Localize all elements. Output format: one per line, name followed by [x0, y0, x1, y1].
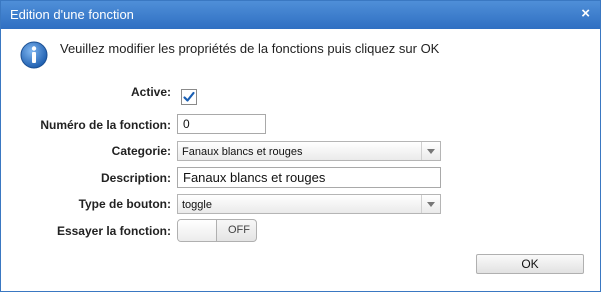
numero-value: 0 — [183, 117, 190, 131]
ok-button[interactable]: OK — [476, 254, 584, 274]
type-bouton-label: Type de bouton: — [78, 197, 171, 211]
description-field[interactable]: Fanaux blancs et rouges — [177, 167, 441, 188]
essayer-label: Essayer la fonction: — [56, 224, 171, 238]
type-bouton-select[interactable]: toggle — [177, 194, 441, 214]
numero-field[interactable]: 0 — [177, 114, 266, 134]
active-checkbox[interactable] — [181, 89, 197, 105]
dialog-window: Edition d'une fonction × Veuillez modifi… — [0, 0, 601, 292]
type-bouton-dropdown-toggle[interactable] — [421, 195, 440, 213]
info-message: Veuillez modifier les propriétés de la f… — [60, 41, 440, 56]
toggle-state: OFF — [228, 224, 250, 236]
description-value: Fanaux blancs et rouges — [183, 170, 326, 185]
active-label: Active: — [130, 85, 171, 99]
dialog-titlebar[interactable]: Edition d'une fonction × — [1, 1, 600, 29]
close-icon[interactable]: × — [581, 6, 590, 22]
chevron-down-icon — [427, 149, 435, 154]
categorie-select[interactable]: Fanaux blancs et rouges — [177, 141, 441, 161]
categorie-label: Categorie: — [111, 144, 171, 158]
chevron-down-icon — [427, 202, 435, 207]
categorie-dropdown-toggle[interactable] — [421, 142, 440, 160]
toggle-knob[interactable] — [178, 220, 217, 241]
description-label: Description: — [100, 171, 171, 185]
type-bouton-value: toggle — [182, 199, 212, 211]
info-icon — [20, 41, 48, 69]
essayer-toggle[interactable]: OFF — [177, 219, 257, 242]
checkmark-icon — [183, 91, 195, 102]
dialog-title: Edition d'une fonction — [10, 7, 134, 22]
categorie-value: Fanaux blancs et rouges — [182, 146, 303, 158]
numero-label: Numéro de la fonction: — [40, 118, 171, 132]
